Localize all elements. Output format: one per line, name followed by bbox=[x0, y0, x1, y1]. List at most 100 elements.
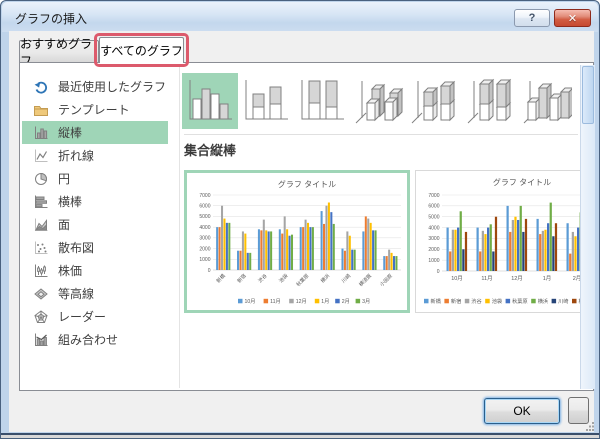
svg-text:1000: 1000 bbox=[428, 258, 439, 264]
help-button[interactable]: ? bbox=[514, 9, 550, 27]
titlebar[interactable]: グラフの挿入 ? ✕ bbox=[2, 2, 598, 32]
combo-chart-icon bbox=[35, 333, 48, 346]
subtype-100pct-stacked-column[interactable] bbox=[294, 73, 350, 129]
resize-grip-icon[interactable] bbox=[586, 422, 595, 431]
3d-column-icon bbox=[523, 81, 572, 124]
sidebar-item-label: 面 bbox=[58, 218, 71, 232]
section-heading: 集合縦棒 bbox=[184, 143, 237, 158]
100pct-stacked-column-icon bbox=[301, 80, 344, 120]
subtype-stacked-column[interactable] bbox=[238, 73, 294, 129]
subtype-3d-column[interactable] bbox=[518, 73, 574, 129]
sidebar-divider bbox=[179, 65, 180, 388]
svg-text:横浜: 横浜 bbox=[319, 272, 331, 284]
svg-text:11月: 11月 bbox=[270, 298, 281, 305]
subtype-3d-clustered-column[interactable] bbox=[350, 73, 406, 129]
3d-stacked-column-icon bbox=[411, 80, 456, 124]
3d-100pct-stacked-column-icon bbox=[467, 78, 512, 124]
svg-text:グラフ タイトル: グラフ タイトル bbox=[278, 179, 336, 189]
sidebar-item-label: 円 bbox=[58, 172, 71, 186]
cancel-button[interactable] bbox=[568, 397, 589, 424]
subtype-3d-stacked-column[interactable] bbox=[406, 73, 462, 129]
subtype-3d-100pct-stacked-column[interactable] bbox=[462, 73, 518, 129]
sidebar-item-recent[interactable]: 最近使用したグラフ bbox=[22, 75, 168, 98]
svg-text:1000: 1000 bbox=[199, 257, 210, 263]
sidebar-item-area[interactable]: 面 bbox=[22, 213, 168, 236]
svg-text:池袋: 池袋 bbox=[492, 297, 502, 305]
strip-divider bbox=[184, 134, 578, 135]
svg-text:横須賀: 横須賀 bbox=[358, 272, 374, 288]
question-icon: ? bbox=[528, 12, 536, 24]
svg-text:渋谷: 渋谷 bbox=[257, 272, 269, 284]
tab-all-charts[interactable]: すべてのグラフ bbox=[99, 37, 184, 63]
sidebar-item-bar[interactable]: 横棒 bbox=[22, 190, 168, 213]
svg-text:秋葉原: 秋葉原 bbox=[295, 272, 311, 288]
svg-text:0: 0 bbox=[208, 268, 211, 274]
svg-text:12月: 12月 bbox=[511, 275, 523, 282]
clustered-column-icon bbox=[189, 80, 232, 120]
chart-preview-clustered[interactable]: グラフ タイトル 0 1000 2000 3000 4000 5000 6000 7000 新橋新… bbox=[184, 170, 410, 313]
tab-recommended-charts[interactable]: おすすめグラフ bbox=[19, 37, 99, 68]
sidebar-item-column[interactable]: 縦棒 bbox=[22, 121, 168, 144]
sidebar-item-pie[interactable]: 円 bbox=[22, 167, 168, 190]
close-icon: ✕ bbox=[567, 12, 578, 25]
line-chart-icon bbox=[35, 149, 48, 162]
sidebar-item-label: 組み合わせ bbox=[58, 333, 119, 347]
svg-text:池袋: 池袋 bbox=[277, 272, 289, 284]
all-charts-panel: 最近使用したグラフ テンプレート 縦棒 折れ線 円 横棒 面 散布図 株価 等高… bbox=[19, 62, 595, 391]
svg-text:5000: 5000 bbox=[428, 215, 439, 221]
stacked-column-icon bbox=[245, 80, 288, 120]
sidebar-item-scatter[interactable]: 散布図 bbox=[22, 236, 168, 259]
clustered-column-chart: グラフ タイトル 0 1000 2000 3000 4000 5000 6000 7000 新橋新… bbox=[199, 179, 401, 305]
svg-text:1月: 1月 bbox=[543, 275, 552, 282]
svg-text:秋葉原: 秋葉原 bbox=[512, 297, 528, 305]
svg-text:10月: 10月 bbox=[245, 298, 256, 305]
svg-text:0: 0 bbox=[437, 269, 440, 275]
sidebar-item-label: 株価 bbox=[58, 264, 83, 278]
sidebar-item-stock[interactable]: 株価 bbox=[22, 259, 168, 282]
svg-text:5000: 5000 bbox=[199, 214, 210, 220]
svg-text:新橋: 新橋 bbox=[431, 297, 442, 305]
3d-clustered-column-icon bbox=[355, 81, 404, 124]
svg-text:1月: 1月 bbox=[321, 298, 329, 305]
chart-preview-switched[interactable]: グラフ タイトル 0 1000 2000 3000 4000 5000 6000 7000 10月… bbox=[415, 170, 580, 313]
sidebar-item-surface[interactable]: 等高線 bbox=[22, 282, 168, 305]
chart-type-sidebar: 最近使用したグラフ テンプレート 縦棒 折れ線 円 横棒 面 散布図 株価 等高… bbox=[22, 75, 178, 351]
svg-text:6000: 6000 bbox=[428, 204, 439, 210]
surface-chart-icon bbox=[34, 287, 48, 300]
svg-text:3000: 3000 bbox=[199, 236, 210, 242]
svg-text:横浜: 横浜 bbox=[538, 297, 548, 305]
sidebar-item-radar[interactable]: レーダー bbox=[22, 305, 168, 328]
recent-chart-icon bbox=[34, 81, 48, 94]
column-chart-icon bbox=[35, 126, 48, 139]
svg-text:7000: 7000 bbox=[199, 193, 210, 199]
sidebar-item-label: 最近使用したグラフ bbox=[58, 80, 167, 94]
svg-text:川崎: 川崎 bbox=[558, 297, 568, 305]
close-button[interactable]: ✕ bbox=[554, 9, 591, 27]
svg-text:3月: 3月 bbox=[362, 298, 370, 305]
sidebar-item-combo[interactable]: 組み合わせ bbox=[22, 328, 168, 351]
svg-text:川崎: 川崎 bbox=[340, 272, 352, 284]
sidebar-item-templates[interactable]: テンプレート bbox=[22, 98, 168, 121]
svg-text:4000: 4000 bbox=[199, 225, 210, 231]
sidebar-item-label: テンプレート bbox=[58, 103, 130, 117]
svg-text:2月: 2月 bbox=[342, 298, 350, 305]
svg-text:2000: 2000 bbox=[428, 247, 439, 253]
svg-text:2月: 2月 bbox=[573, 275, 580, 282]
pie-chart-icon bbox=[35, 172, 47, 185]
scrollbar[interactable] bbox=[580, 65, 595, 389]
subtype-clustered-column[interactable] bbox=[182, 73, 238, 129]
svg-text:7000: 7000 bbox=[428, 193, 439, 199]
scrollbar-thumb[interactable] bbox=[582, 66, 594, 124]
svg-text:6000: 6000 bbox=[199, 204, 210, 210]
scatter-chart-icon bbox=[35, 241, 48, 254]
area-chart-icon bbox=[34, 218, 48, 231]
tab-label: すべてのグラフ bbox=[100, 44, 183, 58]
svg-text:2000: 2000 bbox=[199, 246, 210, 252]
svg-text:11月: 11月 bbox=[481, 275, 492, 282]
svg-text:小田原: 小田原 bbox=[378, 272, 394, 288]
svg-text:新宿: 新宿 bbox=[451, 297, 461, 305]
sidebar-item-label: 散布図 bbox=[58, 241, 95, 255]
sidebar-item-line[interactable]: 折れ線 bbox=[22, 144, 168, 167]
sidebar-item-label: 等高線 bbox=[58, 287, 95, 301]
ok-button[interactable]: OK bbox=[484, 398, 560, 424]
